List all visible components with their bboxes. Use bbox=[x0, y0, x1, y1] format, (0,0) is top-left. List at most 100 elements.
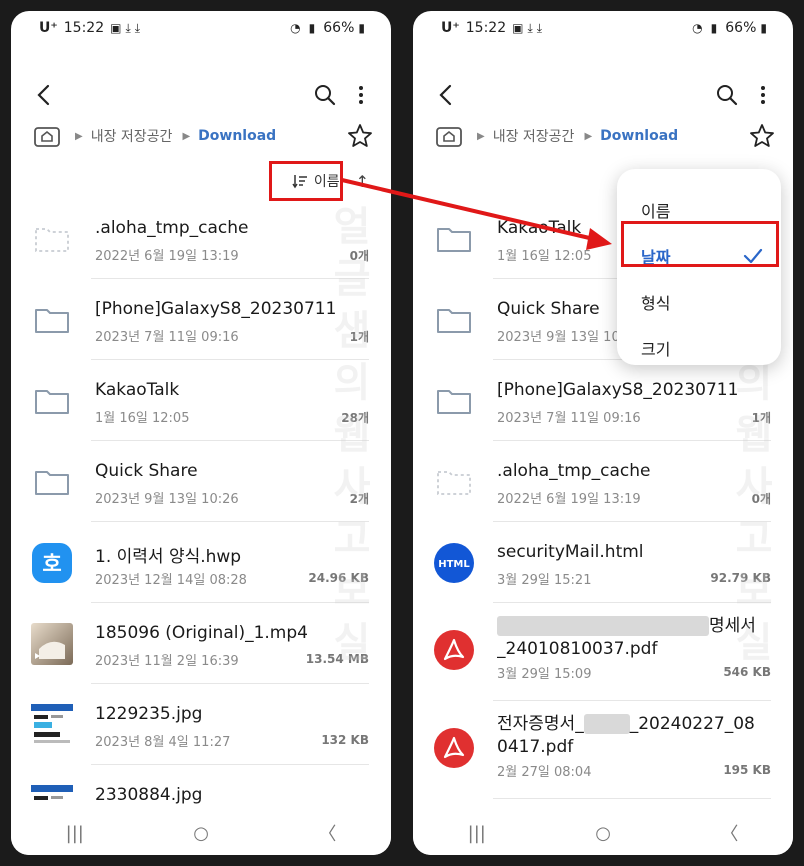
item-count: 0개 bbox=[349, 249, 369, 263]
home-folder-icon[interactable] bbox=[33, 124, 61, 148]
list-item[interactable]: 호 1. 이력서 양식.hwp 2023년 12월 14일 08:28 24.9… bbox=[11, 522, 391, 603]
app-bar bbox=[11, 71, 391, 119]
back-arrow-icon[interactable] bbox=[31, 81, 59, 109]
video-thumbnail-icon bbox=[31, 623, 73, 665]
download-notification-icon: ⤓ bbox=[536, 20, 543, 35]
folder-icon bbox=[31, 380, 73, 422]
search-icon[interactable] bbox=[713, 81, 741, 109]
list-item[interactable]: .aloha_tmp_cache 2022년 6월 19일 13:19 0개 bbox=[413, 441, 793, 522]
sort-by-button[interactable]: 이름 bbox=[292, 171, 340, 191]
pdf-icon bbox=[433, 727, 475, 769]
file-date: 3월 29일 15:09 bbox=[497, 667, 592, 682]
breadcrumb-internal-storage[interactable]: 내장 저장공간 bbox=[91, 126, 173, 146]
list-item[interactable]: [Phone]GalaxyS8_20230711 2023년 7월 11일 09… bbox=[413, 360, 793, 441]
file-name: .aloha_tmp_cache bbox=[497, 461, 651, 481]
status-bar: U⁺ 15:22 ▣ ⤓ ⤓ ◔ ▮ 66% ▮ bbox=[441, 17, 771, 39]
sort-option-name[interactable]: 이름 bbox=[617, 187, 781, 233]
file-date: 2월 27일 08:04 bbox=[497, 765, 592, 780]
dashed-folder-icon bbox=[31, 218, 73, 260]
file-name-line2: 0417.pdf bbox=[497, 737, 574, 757]
back-arrow-icon[interactable] bbox=[433, 81, 461, 109]
list-item[interactable]: HTML securityMail.html 3월 29일 15:21 92.7… bbox=[413, 522, 793, 603]
signal-icon: ▮ bbox=[308, 21, 316, 35]
more-options-icon[interactable] bbox=[751, 81, 775, 109]
battery-icon: ▮ bbox=[760, 21, 767, 35]
folder-icon bbox=[31, 461, 73, 503]
sort-by-label: 이름 bbox=[313, 174, 340, 190]
file-name-prefix: 전자증명서_ bbox=[497, 714, 584, 734]
list-item[interactable]: .aloha_tmp_cache 2022년 6월 19일 13:19 0개 bbox=[11, 198, 391, 279]
file-name: KakaoTalk bbox=[95, 380, 180, 400]
breadcrumb-internal-storage[interactable]: 내장 저장공간 bbox=[493, 126, 575, 146]
battery-icon: ▮ bbox=[358, 21, 365, 35]
sort-order-icon bbox=[292, 175, 307, 189]
list-item[interactable]: 명세서 _24010810037.pdf 3월 29일 15:09 546 KB bbox=[413, 603, 793, 701]
battery-percent: 66% bbox=[323, 20, 355, 36]
recent-apps-icon[interactable]: ||| bbox=[66, 823, 84, 844]
download-notification-icon: ⤓ bbox=[134, 20, 141, 35]
file-date: 2023년 9월 13일 10:2 bbox=[497, 330, 633, 345]
breadcrumb-separator-icon: ▶ bbox=[182, 130, 191, 142]
item-count: 28개 bbox=[341, 411, 369, 425]
file-date: 2022년 6월 19일 13:19 bbox=[95, 249, 239, 264]
file-date: 2022년 6월 19일 13:19 bbox=[497, 492, 641, 507]
recent-apps-icon[interactable]: ||| bbox=[468, 823, 486, 844]
checkmark-icon bbox=[743, 247, 763, 265]
list-item[interactable]: 1229235.jpg 2023년 8월 4일 11:27 132 KB bbox=[11, 684, 391, 765]
file-date: 1월 16일 12:05 bbox=[497, 249, 592, 264]
breadcrumb: ▶ 내장 저장공간 ▶ Download bbox=[33, 121, 373, 151]
file-date: 2023년 12월 14일 08:28 bbox=[95, 573, 247, 588]
file-name: 1. 이력서 양식.hwp bbox=[95, 547, 242, 567]
item-count: 1개 bbox=[751, 411, 771, 425]
sort-menu: 이름 날짜 형식 크기 bbox=[617, 169, 781, 365]
file-name-line2: _24010810037.pdf bbox=[497, 639, 658, 659]
sort-option-date[interactable]: 날짜 bbox=[617, 233, 781, 279]
back-button-icon[interactable]: 〈 bbox=[318, 820, 336, 846]
sort-option-size[interactable]: 크기 bbox=[617, 325, 781, 371]
list-item[interactable]: [Phone]GalaxyS8_20230711 2023년 7월 11일 09… bbox=[11, 279, 391, 360]
back-button-icon[interactable]: 〈 bbox=[720, 820, 738, 846]
more-options-icon[interactable] bbox=[349, 81, 373, 109]
file-date: 2023년 8월 4일 11:27 bbox=[95, 735, 231, 750]
carrier-label: U⁺ bbox=[441, 20, 460, 36]
list-item[interactable]: Quick Share 2023년 9월 13일 10:26 2개 bbox=[11, 441, 391, 522]
gallery-notification-icon: ▣ bbox=[512, 21, 524, 35]
file-list: .aloha_tmp_cache 2022년 6월 19일 13:19 0개 [… bbox=[11, 198, 391, 846]
home-button-icon[interactable]: ○ bbox=[595, 823, 611, 844]
app-bar bbox=[413, 71, 793, 119]
file-size: 132 KB bbox=[321, 733, 369, 747]
search-icon[interactable] bbox=[311, 81, 339, 109]
breadcrumb-separator-icon: ▶ bbox=[75, 130, 83, 142]
list-item[interactable]: KakaoTalk 1월 16일 12:05 28개 bbox=[11, 360, 391, 441]
file-date: 2023년 11월 2일 16:39 bbox=[95, 654, 239, 669]
carrier-label: U⁺ bbox=[39, 20, 58, 36]
wifi-icon: ◔ bbox=[290, 21, 301, 35]
divider bbox=[493, 798, 771, 799]
phone-screen-left: U⁺ 15:22 ▣ ⤓ ⤓ ◔ ▮ 66% ▮ ▶ 내장 저장공간 ▶ Dow… bbox=[11, 11, 391, 855]
file-name: [Phone]GalaxyS8_20230711 bbox=[95, 299, 337, 319]
file-size: 546 KB bbox=[723, 665, 771, 679]
html-icon: HTML bbox=[433, 542, 475, 584]
file-date: 2023년 7월 11일 09:16 bbox=[497, 411, 641, 426]
battery-percent: 66% bbox=[725, 20, 757, 36]
star-icon[interactable] bbox=[347, 123, 373, 149]
redacted-text bbox=[497, 616, 709, 636]
star-icon[interactable] bbox=[749, 123, 775, 149]
list-item[interactable]: 185096 (Original)_1.mp4 2023년 11월 2일 16:… bbox=[11, 603, 391, 684]
list-item[interactable]: 전자증명서_ _20240227_08 0417.pdf 2월 27일 08:04… bbox=[413, 701, 793, 799]
home-button-icon[interactable]: ○ bbox=[193, 823, 209, 844]
breadcrumb-download[interactable]: Download bbox=[198, 128, 276, 144]
home-folder-icon[interactable] bbox=[435, 124, 463, 148]
breadcrumb-download[interactable]: Download bbox=[600, 128, 678, 144]
sort-direction-up-icon[interactable]: ↑ bbox=[356, 172, 369, 191]
folder-icon bbox=[31, 299, 73, 341]
file-date: 2023년 9월 13일 10:26 bbox=[95, 492, 239, 507]
signal-icon: ▮ bbox=[710, 21, 718, 35]
item-count: 1개 bbox=[349, 330, 369, 344]
sort-option-type[interactable]: 형식 bbox=[617, 279, 781, 325]
download-notification-icon: ⤓ bbox=[527, 20, 533, 35]
folder-icon bbox=[433, 218, 475, 260]
file-name: [Phone]GalaxyS8_20230711 bbox=[497, 380, 739, 400]
status-time: 15:22 bbox=[63, 20, 105, 36]
file-name: securityMail.html bbox=[497, 542, 644, 562]
